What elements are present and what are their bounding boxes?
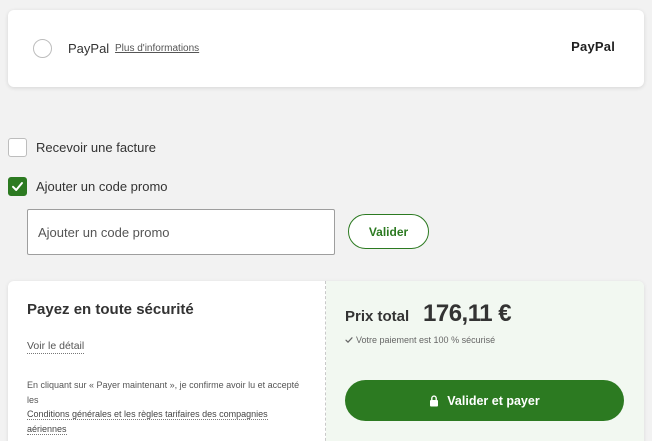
validate-and-pay-button[interactable]: Valider et payer — [345, 380, 624, 421]
total-price-panel: Prix total 176,11 € Votre paiement est 1… — [326, 281, 644, 441]
validate-and-pay-label: Valider et payer — [447, 393, 540, 408]
total-price-label: Prix total — [345, 308, 410, 325]
paypal-payment-option[interactable]: PayPal Plus d'informations PayPal — [8, 10, 644, 87]
terms-conditions-link[interactable]: Conditions générales et les règles tarif… — [27, 409, 268, 435]
check-icon — [12, 182, 23, 191]
legal-text: En cliquant sur « Payer maintenant », je… — [27, 380, 300, 405]
promo-code-checkbox[interactable] — [8, 177, 27, 196]
paypal-radio-button[interactable] — [33, 39, 52, 58]
promo-code-input[interactable] — [27, 209, 335, 255]
secure-payment-panel: Payez en toute sécurité Voir le détail E… — [8, 281, 326, 441]
secure-payment-title: Payez en toute sécurité — [27, 301, 194, 318]
legal-notice: En cliquant sur « Payer maintenant », je… — [27, 378, 307, 436]
lock-icon — [430, 394, 439, 406]
promo-code-checkbox-label[interactable]: Ajouter un code promo — [36, 179, 168, 194]
secure-payment-note: Votre paiement est 100 % sécurisé — [345, 335, 495, 345]
validate-promo-button[interactable]: Valider — [348, 214, 429, 249]
invoice-checkbox[interactable] — [8, 138, 27, 157]
paypal-logo: PayPal — [571, 39, 615, 54]
view-detail-link[interactable]: Voir le détail — [27, 340, 85, 354]
paypal-label: PayPal — [68, 41, 110, 56]
invoice-checkbox-label[interactable]: Recevoir une facture — [36, 140, 156, 155]
paypal-more-info-link[interactable]: Plus d'informations — [115, 43, 199, 54]
small-check-icon — [345, 337, 353, 343]
secure-note-text: Votre paiement est 100 % sécurisé — [356, 335, 496, 345]
total-price-value: 176,11 € — [423, 300, 512, 327]
payment-summary-card: Payez en toute sécurité Voir le détail E… — [8, 281, 644, 441]
